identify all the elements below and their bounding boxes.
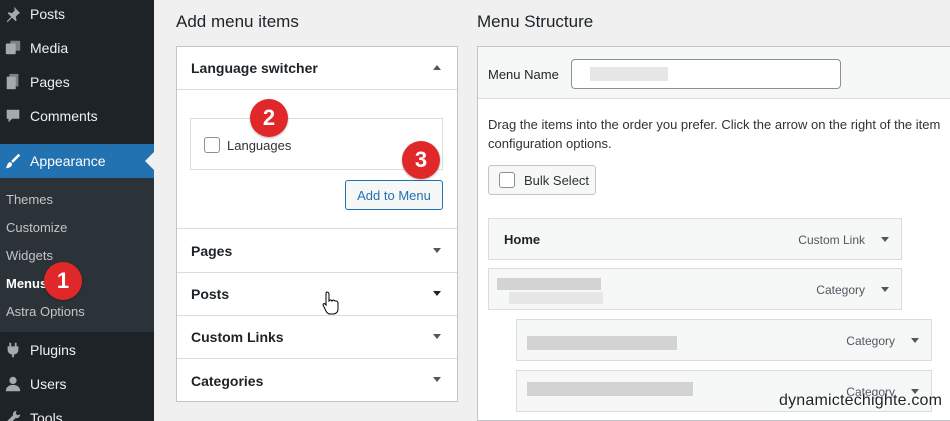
nav-pages-label: Pages — [30, 74, 70, 90]
nav-media[interactable]: Media — [0, 31, 154, 65]
add-menu-items-title: Add menu items — [176, 12, 299, 31]
menu-item-type: Category — [846, 334, 895, 348]
languages-checkbox[interactable] — [204, 137, 220, 153]
nav-media-label: Media — [30, 40, 69, 56]
brush-icon — [3, 151, 23, 171]
submenu-menus[interactable]: Menus — [6, 276, 47, 291]
menu-name-row: Menu Name — [478, 47, 950, 99]
expand-arrow-icon[interactable] — [433, 248, 441, 253]
bulk-select-label: Bulk Select — [524, 173, 590, 188]
nav-users[interactable]: Users — [0, 367, 154, 401]
submenu-customize[interactable]: Customize — [6, 220, 67, 235]
menu-instructions: Drag the items into the order you prefer… — [488, 115, 950, 153]
blurred-item-title — [497, 278, 601, 290]
section-posts-label: Posts — [191, 286, 230, 302]
nav-plugins[interactable]: Plugins — [0, 333, 154, 367]
menu-item-category[interactable]: Category — [488, 268, 902, 310]
section-language-switcher[interactable]: Language switcher — [177, 47, 457, 90]
step-badge-1: 1 — [44, 262, 82, 300]
submenu-themes[interactable]: Themes — [6, 192, 53, 207]
languages-checkbox-label: Languages — [227, 138, 292, 153]
pages-icon — [3, 72, 23, 92]
menu-name-label: Menu Name — [488, 67, 559, 82]
expand-arrow-icon[interactable] — [433, 334, 441, 339]
nav-plugins-label: Plugins — [30, 342, 76, 358]
instructions-line-2: configuration options. — [488, 136, 612, 151]
instructions-line-1: Drag the items into the order you prefer… — [488, 117, 941, 132]
section-pages[interactable]: Pages — [177, 230, 457, 273]
step-badge-2: 2 — [250, 99, 288, 137]
blurred-menu-name — [590, 67, 668, 81]
menu-structure-title: Menu Structure — [477, 12, 594, 31]
submenu-widgets[interactable]: Widgets — [6, 248, 53, 263]
nav-appearance[interactable]: Appearance — [0, 144, 154, 178]
section-categories[interactable]: Categories — [177, 359, 457, 402]
nav-posts-label: Posts — [30, 6, 66, 22]
menu-item-home[interactable]: Home Custom Link — [488, 218, 902, 260]
add-to-menu-button[interactable]: Add to Menu — [345, 180, 443, 210]
bulk-select-checkbox[interactable] — [499, 172, 515, 188]
nav-comments-label: Comments — [30, 108, 98, 124]
menu-name-input[interactable] — [571, 59, 841, 89]
section-pages-label: Pages — [191, 243, 233, 259]
nav-tools[interactable]: Tools — [0, 401, 154, 421]
submenu-astra-options[interactable]: Astra Options — [6, 304, 85, 319]
nav-tools-label: Tools — [30, 410, 63, 421]
admin-sidebar: Posts Media Pages Comments Appearance Th… — [0, 0, 154, 421]
section-custom-links-label: Custom Links — [191, 329, 284, 345]
plug-icon — [3, 340, 23, 360]
hand-cursor-icon — [322, 291, 339, 315]
section-language-switcher-label: Language switcher — [191, 60, 318, 76]
expand-arrow-icon[interactable] — [433, 377, 441, 382]
wrench-icon — [3, 408, 23, 421]
nav-appearance-label: Appearance — [30, 153, 106, 169]
menu-item-toggle-icon[interactable] — [911, 338, 919, 343]
menu-item-toggle-icon[interactable] — [881, 237, 889, 242]
appearance-submenu: Themes Customize Widgets Menus Astra Opt… — [0, 178, 154, 332]
expand-arrow-icon[interactable] — [433, 291, 441, 296]
menu-item-type: Custom Link — [798, 233, 865, 247]
section-categories-label: Categories — [191, 372, 264, 389]
nav-comments[interactable]: Comments — [0, 99, 154, 133]
pin-icon — [3, 4, 23, 24]
blurred-item-title — [527, 336, 677, 350]
add-menu-items-panel: Language switcher Languages Add to Menu … — [176, 46, 458, 402]
blurred-item-title — [509, 292, 603, 304]
watermark: dynamictechighte.com — [779, 392, 943, 409]
user-icon — [3, 374, 23, 394]
section-posts[interactable]: Posts — [177, 273, 457, 316]
menu-item-toggle-icon[interactable] — [881, 287, 889, 292]
nav-users-label: Users — [30, 376, 67, 392]
nav-pages[interactable]: Pages — [0, 65, 154, 99]
step-badge-3: 3 — [402, 141, 440, 179]
blurred-item-title — [527, 382, 693, 396]
menu-item-subcategory[interactable]: Category — [516, 319, 932, 361]
menu-item-title: Home — [504, 232, 541, 247]
menu-item-type: Category — [816, 283, 865, 297]
nav-posts[interactable]: Posts — [0, 0, 154, 31]
comment-icon — [3, 106, 23, 126]
menu-structure-panel: Menu Name Drag the items into the order … — [477, 46, 950, 421]
section-custom-links[interactable]: Custom Links — [177, 316, 457, 359]
media-icon — [3, 38, 23, 58]
bulk-select-button[interactable]: Bulk Select — [488, 165, 596, 195]
collapse-arrow-icon[interactable] — [433, 65, 441, 70]
